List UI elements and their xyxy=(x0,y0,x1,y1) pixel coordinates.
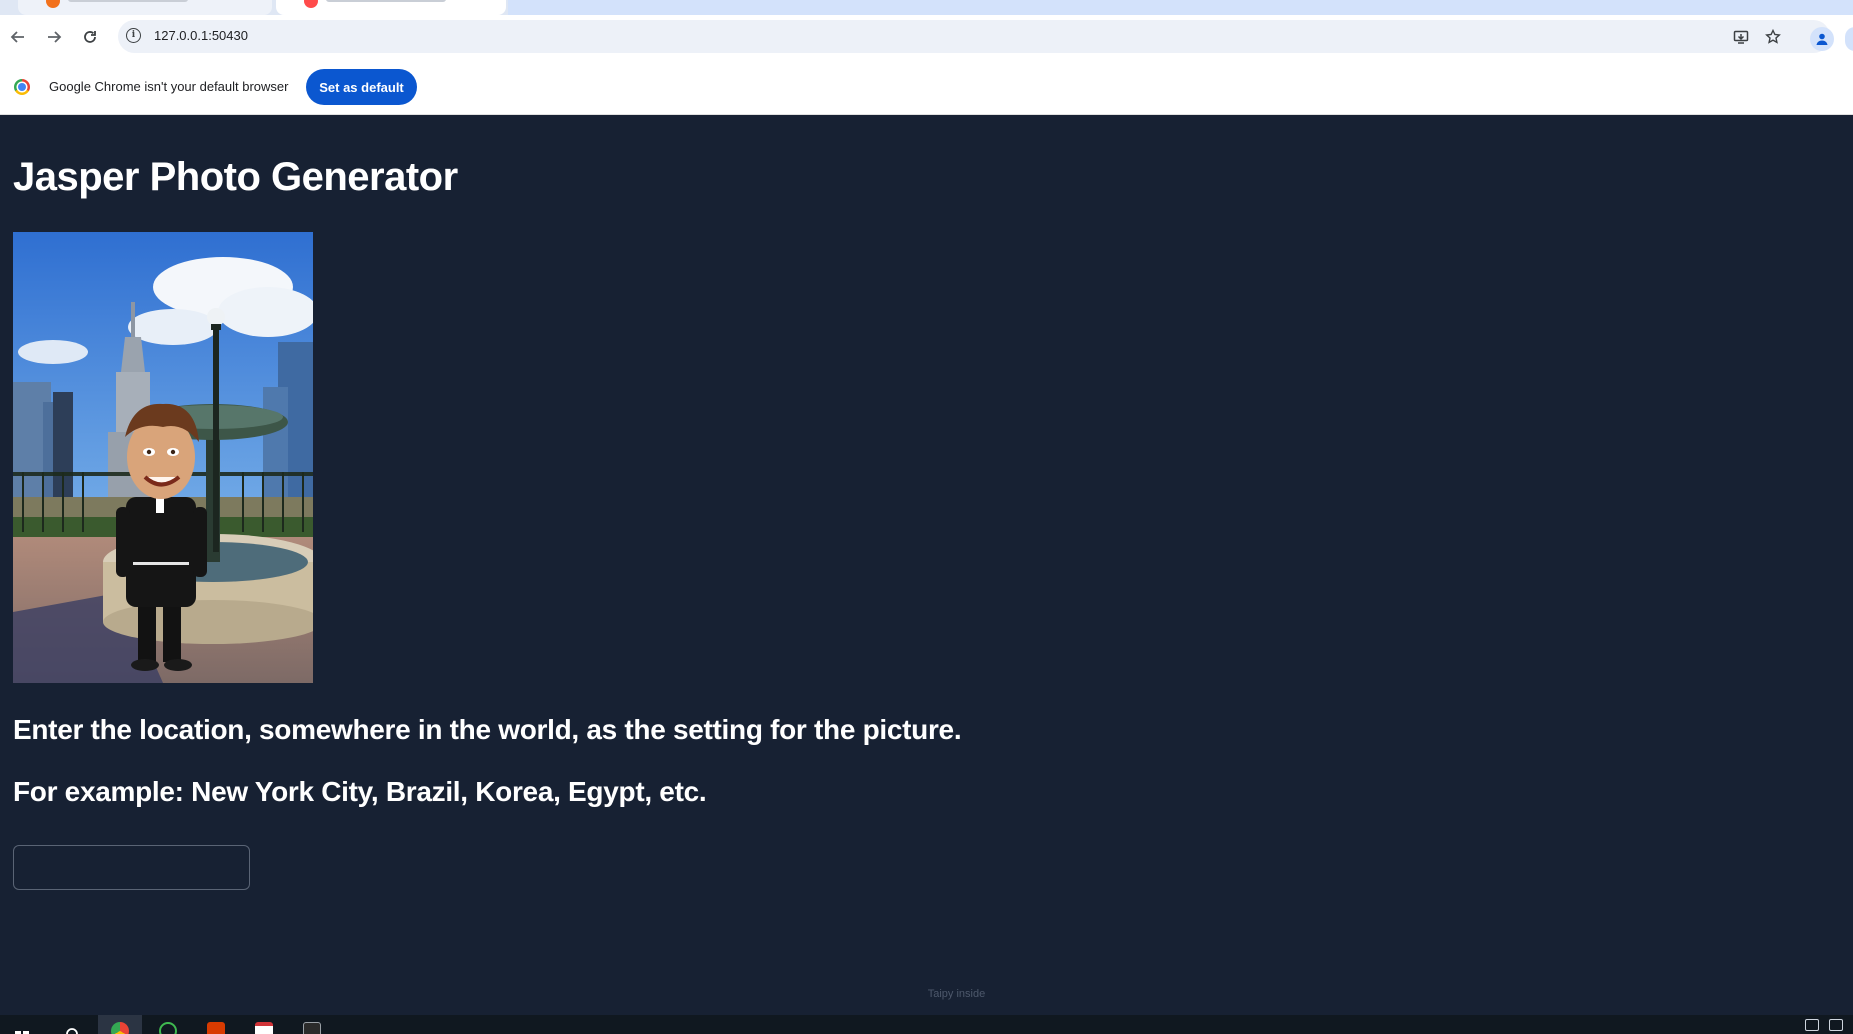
location-input[interactable] xyxy=(13,845,250,890)
terminal-taskbar-icon[interactable] xyxy=(290,1015,334,1034)
tab-favicon-icon xyxy=(304,0,318,8)
reload-icon[interactable] xyxy=(78,25,102,49)
system-tray xyxy=(1805,1019,1843,1031)
profile-icon[interactable] xyxy=(1810,27,1834,51)
page-title: Jasper Photo Generator xyxy=(13,155,458,199)
generated-photo xyxy=(13,232,313,683)
location-examples: For example: New York City, Brazil, Kore… xyxy=(13,776,707,807)
set-as-default-button[interactable]: Set as default xyxy=(306,69,417,105)
tab-title-placeholder xyxy=(68,0,188,2)
infobar-message: Google Chrome isn't your default browser xyxy=(49,79,289,94)
os-taskbar xyxy=(0,1015,1853,1034)
footer-text: Taipy inside xyxy=(927,988,986,1000)
tab-strip-empty xyxy=(508,0,1853,15)
start-menu-icon[interactable] xyxy=(0,1015,44,1034)
calendar-taskbar-icon[interactable] xyxy=(242,1015,286,1034)
location-instructions: Enter the location, somewhere in the wor… xyxy=(13,714,962,745)
browser-tab-active[interactable] xyxy=(276,0,506,15)
install-app-icon[interactable] xyxy=(1730,26,1752,48)
arrow-right-icon[interactable] xyxy=(42,25,66,49)
star-icon[interactable] xyxy=(1762,26,1784,48)
tab-title-placeholder xyxy=(326,0,446,2)
address-bar[interactable]: i 127.0.0.1:50430 xyxy=(118,20,1830,53)
default-browser-infobar: Google Chrome isn't your default browser… xyxy=(0,60,1853,115)
volume-icon[interactable] xyxy=(1829,1019,1843,1031)
url-text[interactable]: 127.0.0.1:50430 xyxy=(154,28,248,43)
app-content: Jasper Photo Generator Enter the locatio… xyxy=(0,115,1853,1015)
tab-strip xyxy=(0,0,1853,15)
app-taskbar-icon[interactable] xyxy=(146,1015,190,1034)
arrow-left-icon[interactable] xyxy=(6,25,30,49)
info-icon[interactable]: i xyxy=(126,28,141,43)
browser-tab[interactable] xyxy=(18,0,272,15)
browser-toolbar: i 127.0.0.1:50430 xyxy=(0,15,1853,60)
chrome-taskbar-icon[interactable] xyxy=(98,1015,142,1034)
browser-menu-button[interactable] xyxy=(1845,27,1853,51)
search-icon[interactable] xyxy=(50,1015,94,1034)
tab-favicon-icon xyxy=(46,0,60,8)
office-taskbar-icon[interactable] xyxy=(194,1015,238,1034)
network-icon[interactable] xyxy=(1805,1019,1819,1031)
chrome-logo-icon xyxy=(14,79,30,95)
